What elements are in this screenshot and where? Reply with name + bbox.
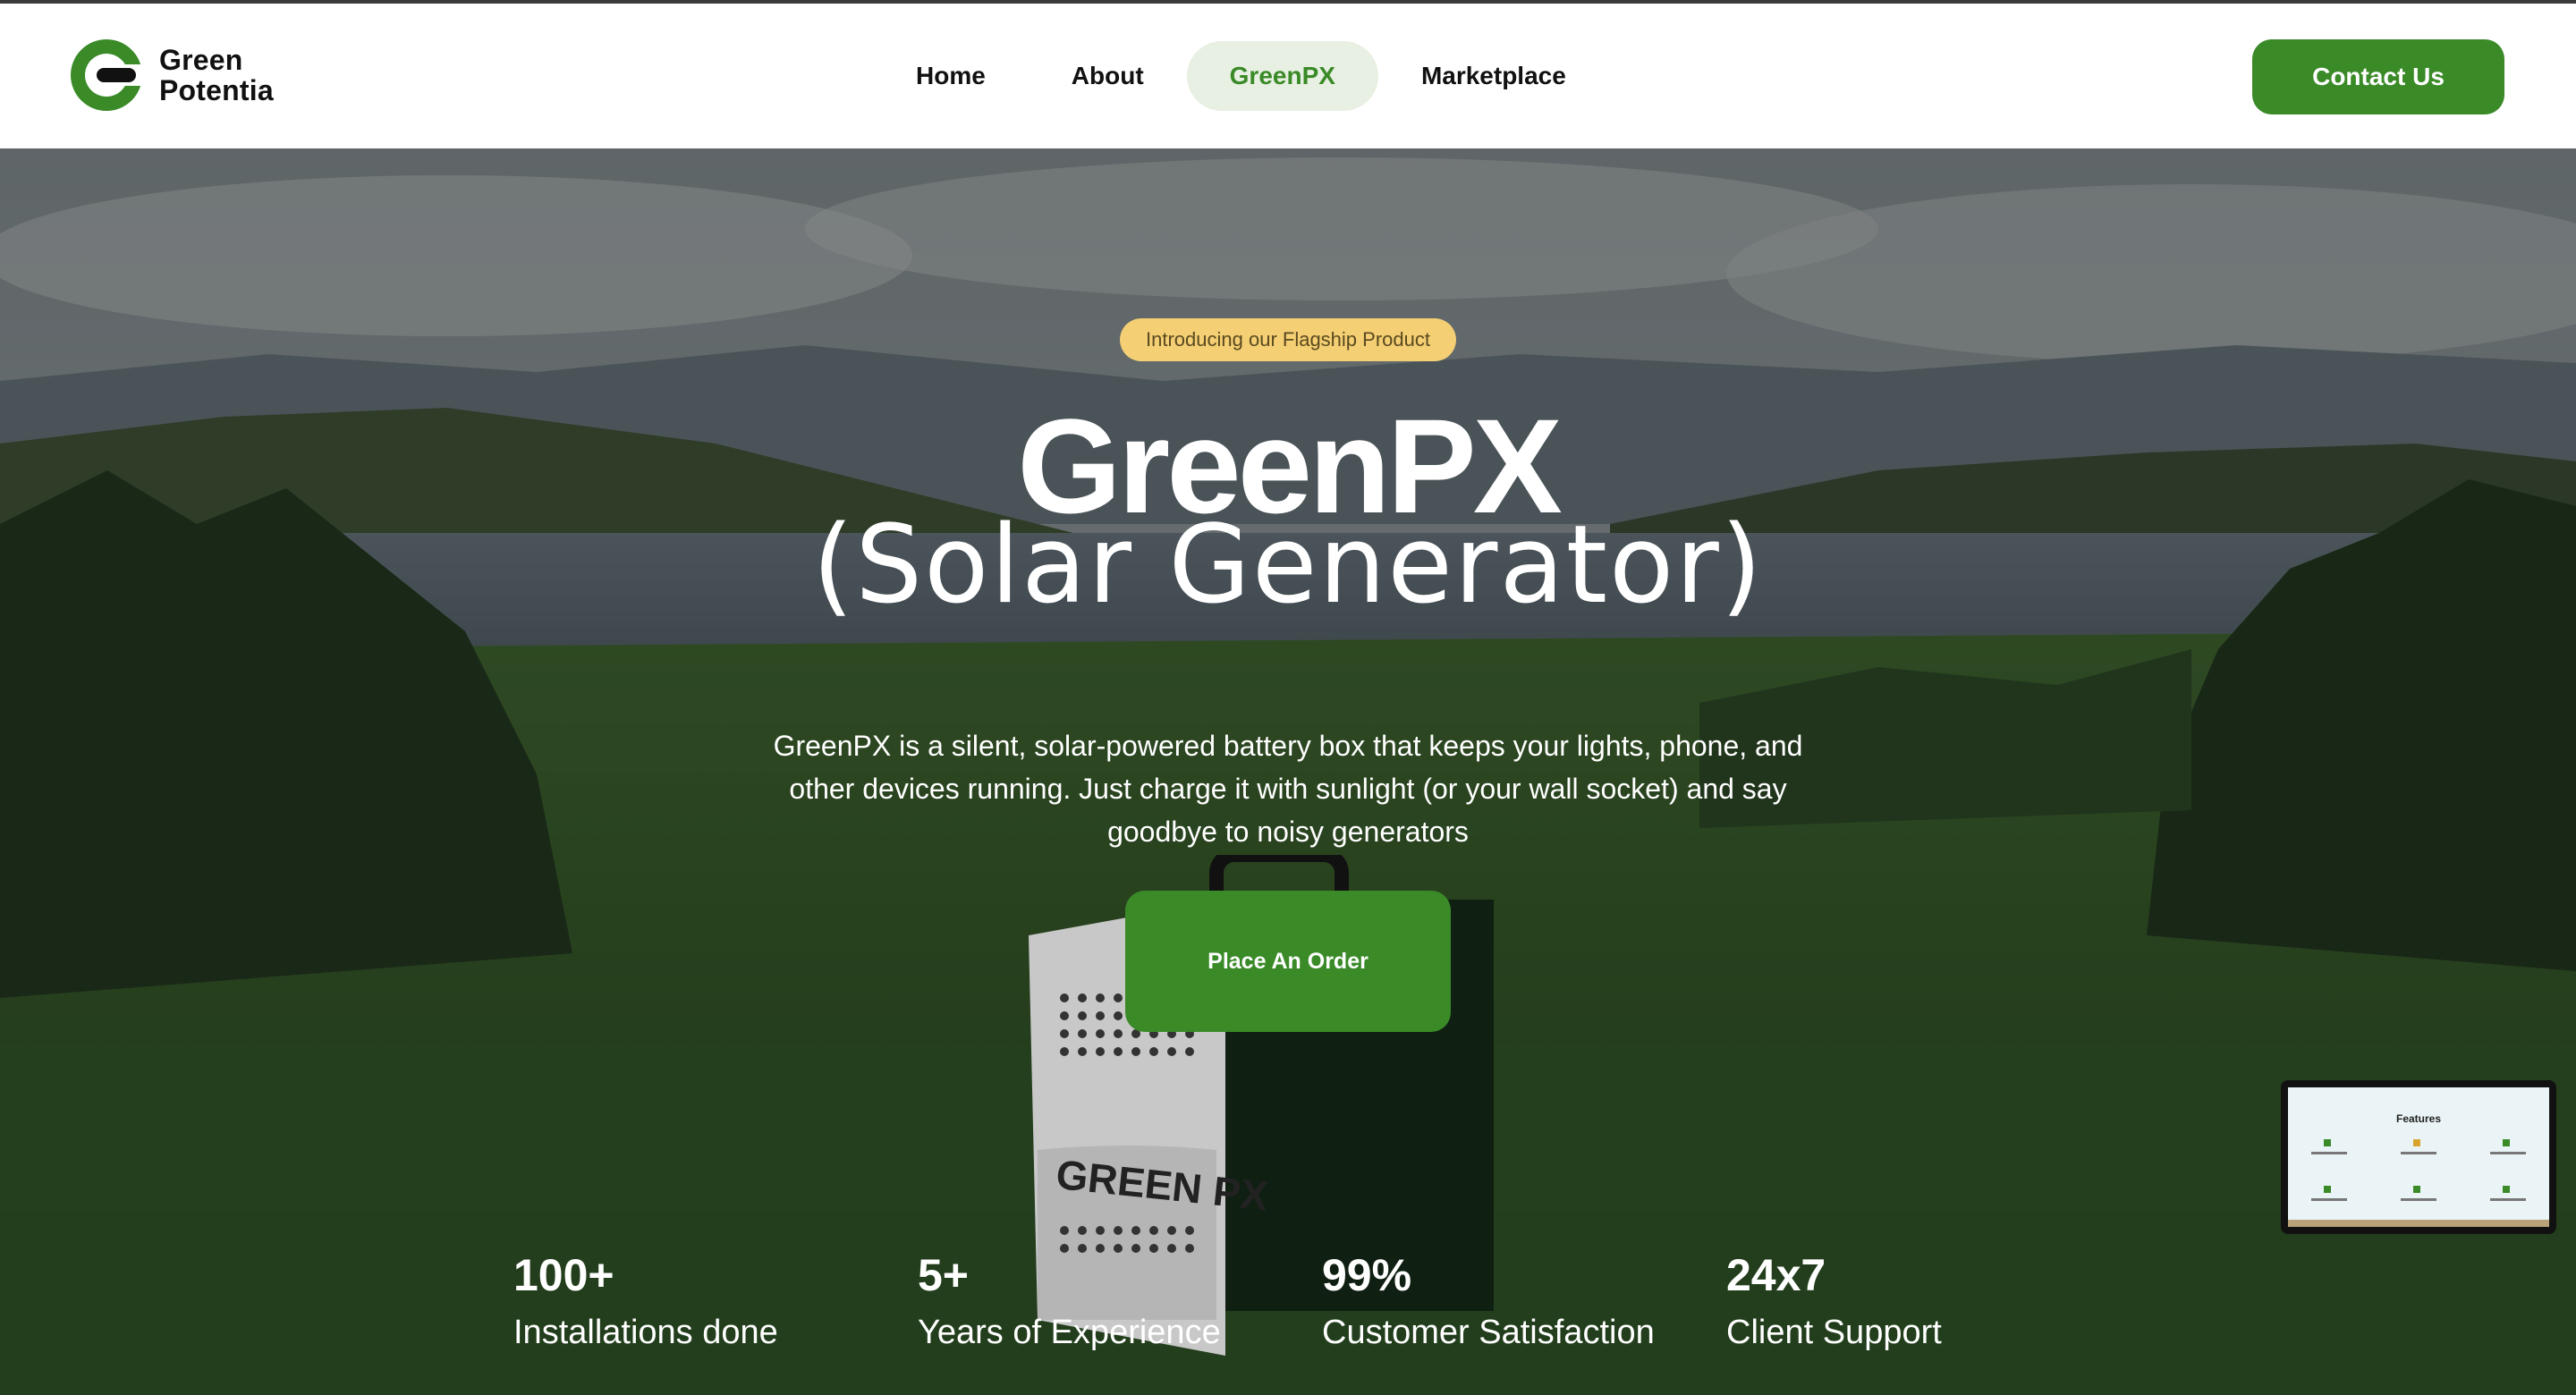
navbar: Green Potentia Home About GreenPX Market… <box>0 4 2576 148</box>
hero-subtitle: (Solar Generator) <box>812 501 1764 628</box>
main-menu: Home About GreenPX Marketplace <box>873 41 1609 111</box>
nav-home[interactable]: Home <box>873 41 1029 111</box>
hero-section: GREEN PX Introducing our Flagship Produc… <box>0 148 2576 1395</box>
preview-features-graphic <box>2288 1139 2549 1227</box>
logo-icon <box>70 38 144 113</box>
nav-about[interactable]: About <box>1029 41 1187 111</box>
preview-screen: Features <box>2288 1087 2549 1227</box>
contact-us-button[interactable]: Contact Us <box>2252 39 2504 114</box>
stat-value: 24x7 <box>1726 1250 1826 1300</box>
stat-label: Customer Satisfaction <box>1322 1314 1655 1351</box>
stats-row: 100+ Installations done 5+ Years of Expe… <box>513 1248 2131 1357</box>
flagship-badge: Introducing our Flagship Product <box>1120 318 1456 361</box>
stat-satisfaction: 99% Customer Satisfaction <box>1322 1248 1726 1357</box>
page-preview-thumbnail[interactable]: Features <box>2281 1080 2556 1234</box>
stat-label: Installations done <box>513 1314 778 1351</box>
brand-logo[interactable]: Green Potentia <box>70 38 274 113</box>
stat-value: 100+ <box>513 1250 614 1300</box>
stat-value: 5+ <box>918 1250 970 1300</box>
nav-greenpx[interactable]: GreenPX <box>1186 41 1378 111</box>
stat-support: 24x7 Client Support <box>1726 1248 2131 1357</box>
preview-title: Features <box>2395 1112 2442 1125</box>
nav-marketplace[interactable]: Marketplace <box>1378 41 1609 111</box>
stat-experience: 5+ Years of Experience <box>918 1248 1322 1357</box>
stat-label: Client Support <box>1726 1314 1942 1351</box>
stat-installations: 100+ Installations done <box>513 1248 918 1357</box>
brand-name-line1: Green <box>159 44 243 76</box>
place-order-button[interactable]: Place An Order <box>1125 891 1451 1032</box>
brand-name: Green Potentia <box>159 45 274 106</box>
stat-value: 99% <box>1322 1250 1412 1300</box>
hero-description: GreenPX is a silent, solar-powered batte… <box>773 730 1803 848</box>
brand-name-line2: Potentia <box>159 74 274 106</box>
stat-label: Years of Experience <box>918 1314 1221 1351</box>
